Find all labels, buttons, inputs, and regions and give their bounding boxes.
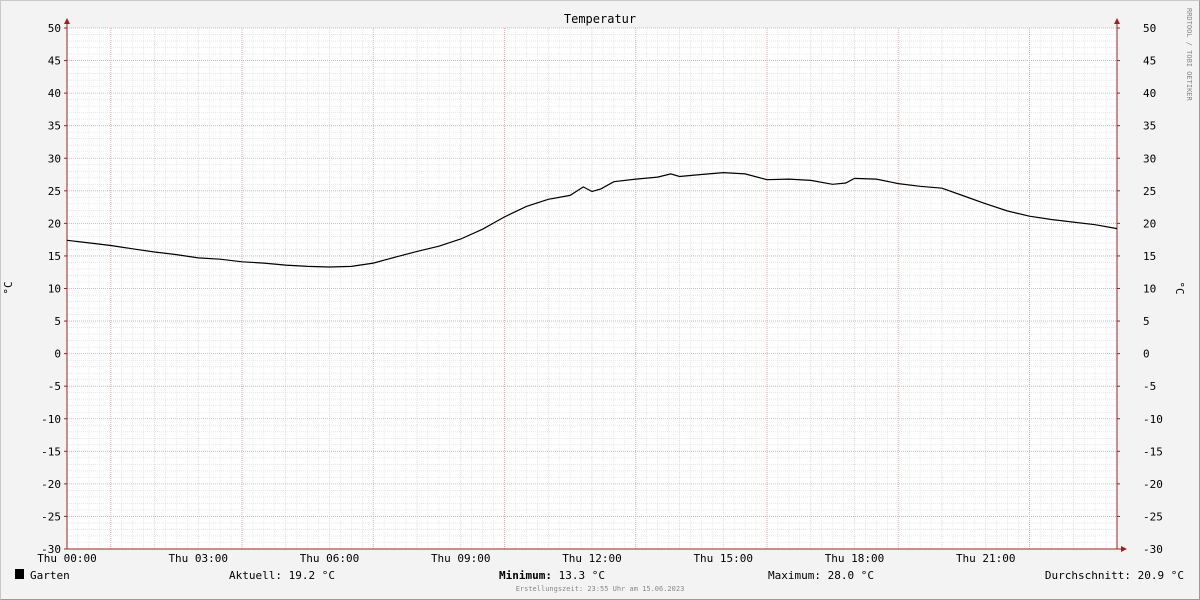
y-tick-label-left: -5	[48, 380, 61, 393]
x-tick-label: Thu 12:00	[562, 552, 622, 565]
legend-current: Aktuell: 19.2 °C	[229, 569, 335, 582]
legend-series-name: Garten	[30, 569, 70, 582]
y-axis-label-left: °C	[2, 281, 15, 294]
x-tick-label: Thu 00:00	[37, 552, 97, 565]
y-tick-labels-right: 50454035302520151050-5-10-15-20-25-30	[1143, 22, 1163, 556]
y-tick-label-right: -20	[1143, 478, 1163, 491]
y-tick-label-right: 15	[1143, 250, 1156, 263]
y-tick-label-right: -25	[1143, 510, 1163, 523]
x-tick-labels: Thu 00:00 Thu 03:00 Thu 06:00 Thu 09:00 Thu …	[37, 552, 1015, 565]
y-tick-label-left: -10	[41, 413, 61, 426]
x-axis-arrow	[1121, 546, 1127, 552]
y-tick-label-right: 35	[1143, 120, 1156, 133]
y-tick-label-left: 50	[48, 22, 61, 35]
y-tick-label-left: 30	[48, 152, 61, 165]
y-tick-label-left: 15	[48, 250, 61, 263]
y-tick-label-right: 0	[1143, 348, 1150, 361]
y-tick-label-right: 40	[1143, 87, 1156, 100]
y-tick-label-right: 5	[1143, 315, 1150, 328]
footer-timestamp: Erstellungszeit: 23:55 Uhr am 15.06.2023	[516, 585, 685, 593]
x-tick-label: Thu 06:00	[300, 552, 360, 565]
y-tick-label-right: 25	[1143, 185, 1156, 198]
y-tick-label-right: 45	[1143, 55, 1156, 68]
y-tick-label-right: 30	[1143, 152, 1156, 165]
x-tick-label: Thu 21:00	[956, 552, 1016, 565]
y-tick-label-left: -15	[41, 445, 61, 458]
y-tick-label-left: 10	[48, 283, 61, 296]
y-axis-label-right: °C	[1173, 281, 1186, 294]
y-axis-left-arrow	[64, 18, 70, 24]
legend-swatch	[15, 569, 24, 579]
legend-average: Durchschnitt: 20.9 °C	[1045, 569, 1184, 582]
chart-title: Temperatur	[564, 12, 636, 26]
y-tick-label-left: 45	[48, 55, 61, 68]
x-tick-label: Thu 15:00	[693, 552, 753, 565]
y-tick-label-left: 5	[54, 315, 61, 328]
x-tick-label: Thu 09:00	[431, 552, 491, 565]
y-tick-label-left: 25	[48, 185, 61, 198]
x-tick-label: Thu 03:00	[168, 552, 228, 565]
y-tick-label-right: -15	[1143, 445, 1163, 458]
legend-minimum: Minimum: 13.3 °C	[499, 569, 605, 582]
y-tick-label-right: -10	[1143, 413, 1163, 426]
y-tick-label-left: 20	[48, 217, 61, 230]
y-tick-label-right: 50	[1143, 22, 1156, 35]
y-tick-label-left: -25	[41, 510, 61, 523]
legend-minimum-label: Minimum:	[499, 569, 552, 582]
y-tick-label-left: -20	[41, 478, 61, 491]
y-tick-label-left: 0	[54, 348, 61, 361]
y-tick-label-left: 40	[48, 87, 61, 100]
temperature-chart: 50454035302520151050-5-10-15-20-25-30 50…	[2, 8, 1193, 593]
watermark: RRDTOOL / TOBI OETIKER	[1185, 8, 1193, 102]
y-tick-label-right: 20	[1143, 217, 1156, 230]
y-tick-label-right: -5	[1143, 380, 1156, 393]
y-tick-label-right: -30	[1143, 543, 1163, 556]
y-tick-label-right: 10	[1143, 283, 1156, 296]
legend-maximum: Maximum: 28.0 °C	[768, 569, 874, 582]
y-tick-labels-left: 50454035302520151050-5-10-15-20-25-30	[41, 22, 61, 556]
legend-minimum-value: 13.3 °C	[552, 569, 605, 582]
y-tick-label-left: 35	[48, 120, 61, 133]
y-axis-right-arrow	[1114, 18, 1120, 24]
x-tick-label: Thu 18:00	[825, 552, 885, 565]
